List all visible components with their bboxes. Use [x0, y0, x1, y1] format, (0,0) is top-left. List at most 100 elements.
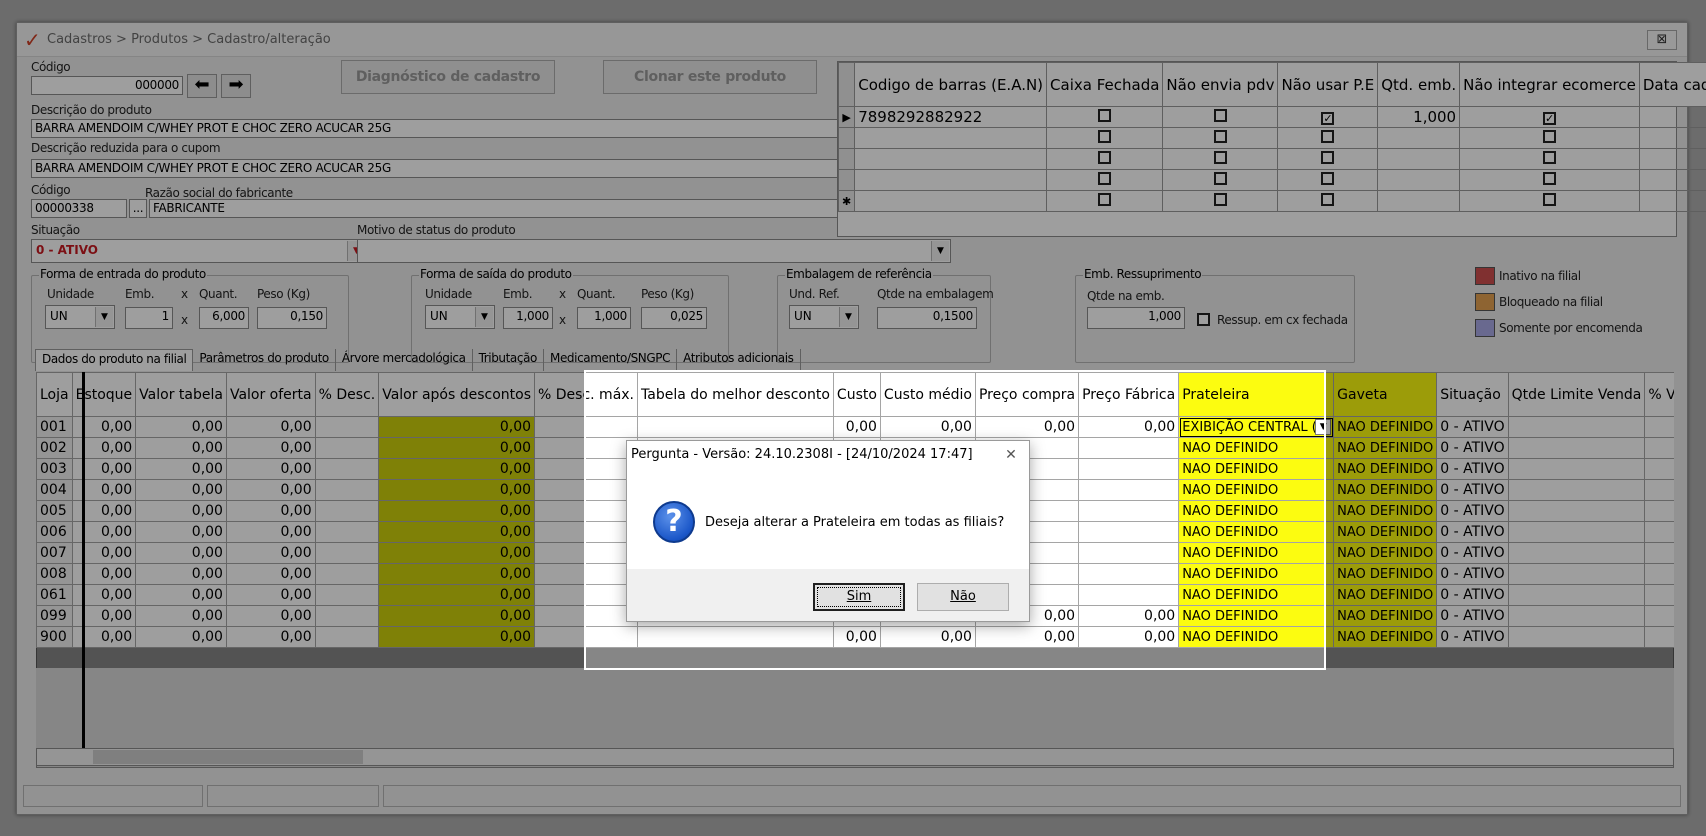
- checkbox[interactable]: [1321, 151, 1335, 164]
- chevron-down-icon[interactable]: ▼: [475, 307, 493, 327]
- tab-arvore[interactable]: Árvore mercadológica: [336, 349, 473, 371]
- checkbox[interactable]: [1542, 151, 1556, 164]
- checkbox[interactable]: [1321, 193, 1335, 206]
- ean-checkbox-cell[interactable]: [1277, 190, 1379, 212]
- ean-data-cell[interactable]: [1638, 190, 1706, 212]
- ean-checkbox-cell[interactable]: [1046, 148, 1164, 170]
- chevron-down-icon[interactable]: ▼: [931, 241, 949, 261]
- ean-checkbox-cell[interactable]: [1046, 127, 1164, 149]
- ean-row-marker[interactable]: [837, 148, 856, 170]
- ean-checkbox-cell[interactable]: [1459, 106, 1640, 128]
- entrada-unidade-select[interactable]: UN ▼: [45, 305, 115, 329]
- ean-checkbox-cell[interactable]: [1459, 127, 1640, 149]
- saida-unidade-select[interactable]: UN ▼: [425, 305, 495, 329]
- tab-tributacao[interactable]: Tributação: [473, 349, 544, 371]
- ean-checkbox-cell[interactable]: [1162, 169, 1279, 191]
- tab-medicamento[interactable]: Medicamento/SNGPC: [544, 349, 678, 371]
- entrada-quant-input[interactable]: 6,000: [199, 307, 249, 329]
- tab-atributos[interactable]: Atributos adicionais: [677, 349, 801, 371]
- dialog-close-icon[interactable]: ✕: [997, 443, 1025, 467]
- ean-qtd-cell[interactable]: [1377, 148, 1461, 170]
- checkbox[interactable]: [1321, 172, 1335, 185]
- next-arrow-icon[interactable]: ➡: [221, 74, 251, 98]
- checkbox[interactable]: [1098, 193, 1112, 206]
- checkbox[interactable]: [1321, 112, 1335, 125]
- checkbox[interactable]: [1213, 172, 1227, 185]
- checkbox[interactable]: [1098, 109, 1112, 122]
- codigo-input[interactable]: 000000: [31, 76, 183, 95]
- ean-checkbox-cell[interactable]: [1046, 106, 1164, 128]
- ean-cell[interactable]: [854, 148, 1048, 170]
- saida-quant-input[interactable]: 1,000: [577, 307, 631, 329]
- ean-checkbox-cell[interactable]: [1046, 190, 1164, 212]
- ean-data-cell[interactable]: [1638, 169, 1706, 191]
- diagnostico-button[interactable]: Diagnóstico de cadastro: [341, 60, 555, 94]
- ean-checkbox-cell[interactable]: [1277, 148, 1379, 170]
- ean-row[interactable]: [837, 169, 1706, 191]
- checkbox[interactable]: [1542, 130, 1556, 143]
- clonar-button[interactable]: Clonar este produto: [603, 60, 817, 94]
- entrada-emb-input[interactable]: 1: [125, 307, 173, 329]
- ean-row-marker[interactable]: [837, 169, 856, 191]
- ean-row[interactable]: ▶7898292882922 1,000: [837, 106, 1706, 128]
- motivo-select[interactable]: ▼: [357, 239, 951, 263]
- ean-cell[interactable]: 7898292882922: [854, 106, 1048, 128]
- ean-checkbox-cell[interactable]: [1277, 106, 1379, 128]
- ean-checkbox-cell[interactable]: [1459, 190, 1640, 212]
- dialog-yes-button[interactable]: Sim: [813, 583, 905, 611]
- ean-data-cell[interactable]: [1638, 127, 1706, 149]
- horizontal-scrollbar[interactable]: [36, 748, 1674, 766]
- ean-checkbox-cell[interactable]: [1162, 148, 1279, 170]
- previous-arrow-icon[interactable]: ⬅: [187, 74, 217, 98]
- ean-row[interactable]: [837, 148, 1706, 170]
- tab-dados-filial[interactable]: Dados do produto na filial: [35, 349, 194, 371]
- ean-checkbox-cell[interactable]: [1046, 169, 1164, 191]
- chevron-down-icon[interactable]: ▼: [839, 307, 857, 327]
- ean-cell[interactable]: [854, 190, 1048, 212]
- checkbox[interactable]: [1542, 172, 1556, 185]
- scrollbar-thumb[interactable]: [93, 750, 363, 764]
- ean-row-marker[interactable]: ✱: [837, 190, 856, 212]
- descricao-reduzida-input[interactable]: BARRA AMENDOIM C/WHEY PROT E CHOC ZERO A…: [31, 159, 845, 178]
- embalagem-qtde-input[interactable]: 0,1500: [877, 307, 977, 329]
- ean-checkbox-cell[interactable]: [1162, 190, 1279, 212]
- ean-row-marker[interactable]: [837, 127, 856, 149]
- saida-emb-input[interactable]: 1,000: [503, 307, 553, 329]
- situacao-select[interactable]: 0 - ATIVO ▼: [31, 239, 367, 263]
- ean-row[interactable]: ✱: [837, 190, 1706, 212]
- embalagem-und-select[interactable]: UN ▼: [789, 305, 859, 329]
- checkbox[interactable]: [1213, 130, 1227, 143]
- ean-qtd-cell[interactable]: [1377, 190, 1461, 212]
- ean-checkbox-cell[interactable]: [1277, 127, 1379, 149]
- checkbox[interactable]: [1098, 130, 1112, 143]
- checkbox[interactable]: [1542, 193, 1556, 206]
- entrada-peso-input[interactable]: 0,150: [257, 307, 327, 329]
- ean-cell[interactable]: [854, 127, 1048, 149]
- ean-row-marker[interactable]: ▶: [837, 106, 856, 128]
- ean-checkbox-cell[interactable]: [1459, 148, 1640, 170]
- checkbox[interactable]: [1321, 130, 1335, 143]
- fabricante-lookup-button[interactable]: ...: [129, 199, 147, 218]
- chevron-down-icon[interactable]: ▼: [95, 307, 113, 327]
- tab-parametros[interactable]: Parâmetros do produto: [193, 349, 336, 371]
- window-close-button[interactable]: ⊠: [1647, 30, 1677, 50]
- ean-checkbox-cell[interactable]: [1162, 106, 1279, 128]
- ressup-qtde-input[interactable]: 1,000: [1087, 307, 1185, 329]
- checkbox[interactable]: [1542, 112, 1556, 125]
- ean-qtd-cell[interactable]: 1,000: [1377, 106, 1461, 128]
- ean-checkbox-cell[interactable]: [1459, 169, 1640, 191]
- checkbox[interactable]: [1213, 193, 1227, 206]
- ean-qtd-cell[interactable]: [1377, 169, 1461, 191]
- ressup-checkbox[interactable]: [1197, 313, 1210, 326]
- checkbox[interactable]: [1213, 151, 1227, 164]
- fabricante-codigo-input[interactable]: 00000338: [31, 199, 127, 218]
- ean-checkbox-cell[interactable]: [1162, 127, 1279, 149]
- ean-checkbox-cell[interactable]: [1277, 169, 1379, 191]
- ean-row[interactable]: [837, 127, 1706, 149]
- descricao-input[interactable]: BARRA AMENDOIM C/WHEY PROT E CHOC ZERO A…: [31, 119, 845, 138]
- ean-data-cell[interactable]: [1638, 106, 1706, 128]
- checkbox[interactable]: [1098, 151, 1112, 164]
- ean-qtd-cell[interactable]: [1377, 127, 1461, 149]
- fabricante-razao-input[interactable]: FABRICANTE: [149, 199, 845, 218]
- checkbox[interactable]: [1213, 109, 1227, 122]
